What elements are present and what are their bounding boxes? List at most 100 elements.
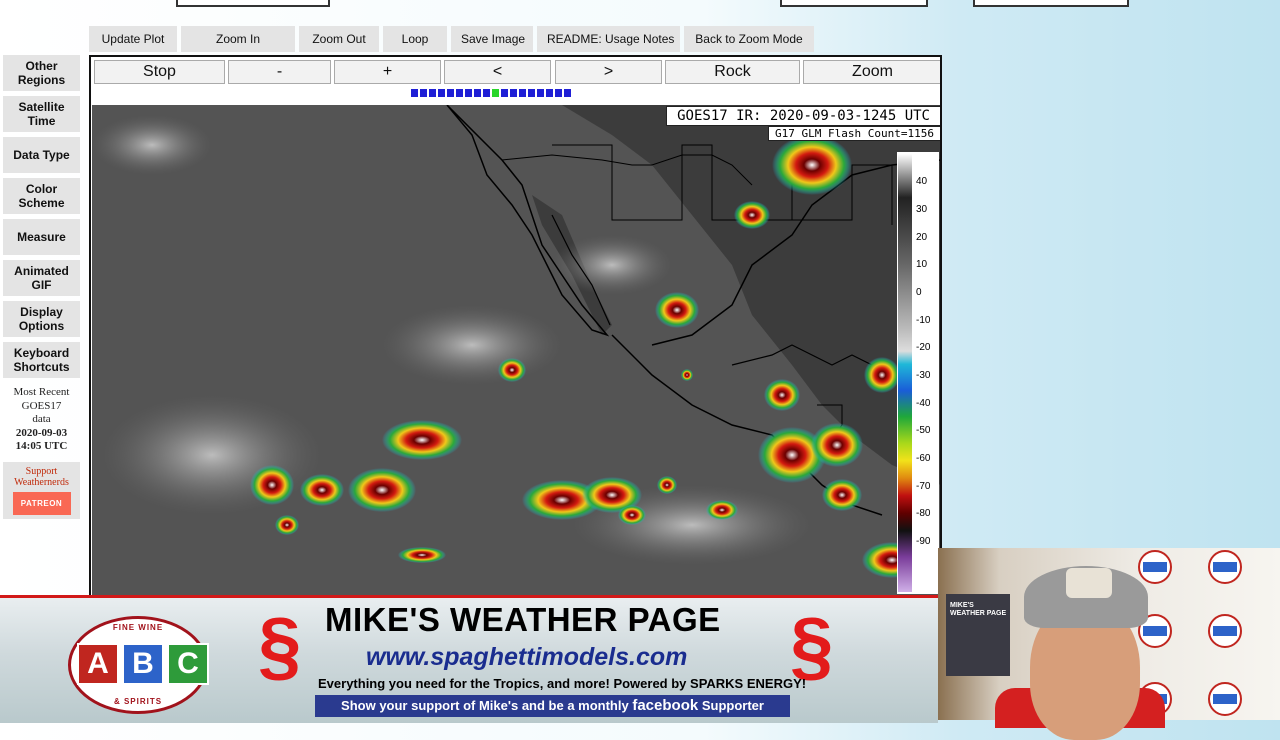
frame-dot[interactable] (492, 89, 499, 97)
abc-logo-icon (1208, 682, 1242, 716)
back-to-zoom-mode-button[interactable]: Back to Zoom Mode (684, 26, 814, 52)
hurricane-icon: § (258, 601, 302, 689)
map-title: GOES17 IR: 2020-09-03-1245 UTC (666, 106, 940, 126)
scale-tick: -30 (916, 370, 931, 381)
abc-logo-top-text: FINE WINE (112, 623, 164, 632)
abc-logo-bottom-text: & SPIRITS (113, 697, 163, 706)
animated-gif-button[interactable]: Animated GIF (3, 260, 80, 296)
banner-url: www.spaghettimodels.com (366, 643, 688, 671)
rock-button[interactable]: Rock (665, 60, 800, 84)
scale-tick: -60 (916, 453, 931, 464)
frame-dot[interactable] (420, 89, 427, 97)
scale-tick: 30 (916, 204, 928, 215)
most-recent-label: Most Recent (13, 386, 70, 398)
top-stub-left (176, 0, 330, 7)
frame-dot[interactable] (429, 89, 436, 97)
most-recent-info: Most Recent GOES17 data 2020-09-03 14:05… (3, 386, 80, 454)
hurricane-icon: § (790, 601, 834, 689)
abc-logo-icon (1138, 550, 1172, 584)
update-plot-button[interactable]: Update Plot (89, 26, 177, 52)
banner-title: MIKE'S WEATHER PAGE (325, 601, 721, 638)
wall-poster: MIKE'S WEATHER PAGE (946, 594, 1010, 676)
most-recent-time: 14:05 UTC (15, 440, 68, 452)
most-recent-satellite: GOES17 (21, 399, 62, 412)
abc-letter-b: B (122, 643, 164, 685)
frame-dot[interactable] (456, 89, 463, 97)
banner-tagline: Everything you need for the Tropics, and… (318, 676, 807, 691)
animation-controls: Stop - + < > Rock Zoom (94, 60, 940, 84)
satellite-viewer: Stop - + < > Rock Zoom GOES17 IR: 2020-0… (89, 55, 942, 600)
display-options-button[interactable]: Display Options (3, 301, 80, 337)
scale-tick: -10 (916, 315, 931, 326)
abc-letter-c: C (167, 643, 209, 685)
step-forward-button[interactable]: > (555, 60, 662, 84)
support-box: Support Weathernerds PATREON (3, 461, 80, 519)
other-regions-button[interactable]: Other Regions (3, 55, 80, 91)
frame-dot[interactable] (411, 89, 418, 97)
scale-tick: -80 (916, 508, 931, 519)
frame-dot[interactable] (528, 89, 535, 97)
frame-dot[interactable] (510, 89, 517, 97)
frame-dot[interactable] (555, 89, 562, 97)
frame-dot[interactable] (483, 89, 490, 97)
satellite-image (92, 105, 940, 598)
abc-logo-icon (1208, 550, 1242, 584)
abc-logo: FINE WINE A B C & SPIRITS (68, 616, 209, 714)
keyboard-shortcuts-button[interactable]: Keyboard Shortcuts (3, 342, 80, 378)
frame-dot[interactable] (465, 89, 472, 97)
frame-dot[interactable] (438, 89, 445, 97)
weathernerds-label: Weathernerds (14, 476, 69, 488)
step-back-button[interactable]: < (444, 60, 551, 84)
scale-tick: -50 (916, 425, 931, 436)
satellite-map[interactable]: GOES17 IR: 2020-09-03-1245 UTC G17 GLM F… (92, 105, 940, 598)
support-label: Support (25, 465, 58, 477)
scale-tick: -70 (916, 481, 931, 492)
zoom-button[interactable]: Zoom (803, 60, 940, 84)
loop-button[interactable]: Loop (383, 26, 447, 52)
scale-tick: 40 (916, 176, 928, 187)
bottom-banner: FINE WINE A B C & SPIRITS § § MIKE'S WEA… (0, 595, 938, 723)
scale-tick: 20 (916, 232, 928, 243)
most-recent-data-label: data (32, 413, 51, 425)
readme-button[interactable]: README: Usage Notes (537, 26, 680, 52)
scale-bar (898, 154, 912, 592)
patreon-button[interactable]: PATREON (12, 491, 71, 515)
data-type-button[interactable]: Data Type (3, 137, 80, 173)
abc-letter-a: A (77, 643, 119, 685)
support-text-pre: Show your support of Mike's and be a mon… (341, 698, 629, 713)
measure-button[interactable]: Measure (3, 219, 80, 255)
frame-dot[interactable] (537, 89, 544, 97)
top-toolbar: Update Plot Zoom In Zoom Out Loop Save I… (89, 26, 814, 52)
scale-tick: 10 (916, 259, 928, 270)
poster-text: MIKE'S WEATHER PAGE (950, 602, 1007, 617)
color-scheme-button[interactable]: Color Scheme (3, 178, 80, 214)
frame-dot[interactable] (447, 89, 454, 97)
frame-indicator (411, 89, 571, 97)
frame-dot[interactable] (501, 89, 508, 97)
faster-button[interactable]: + (334, 60, 441, 84)
stop-button[interactable]: Stop (94, 60, 225, 84)
abc-letters: A B C (77, 643, 209, 685)
support-text-post: Supporter (701, 698, 764, 713)
frame-dot[interactable] (519, 89, 526, 97)
scale-tick: -40 (916, 398, 931, 409)
frame-dot[interactable] (546, 89, 553, 97)
facebook-support-bar: Show your support of Mike's and be a mon… (315, 695, 790, 717)
scale-tick: -20 (916, 342, 931, 353)
flash-count: G17 GLM Flash Count=1156 (768, 126, 940, 141)
scale-tick: -90 (916, 536, 931, 547)
frame-dot[interactable] (474, 89, 481, 97)
temperature-scale: 40 30 20 10 0 -10 -20 -30 -40 -50 -60 -7… (897, 152, 939, 594)
top-stub-mid (780, 0, 928, 7)
most-recent-date: 2020-09-03 (15, 426, 68, 439)
frame-dot[interactable] (564, 89, 571, 97)
satellite-time-button[interactable]: Satellite Time (3, 96, 80, 132)
save-image-button[interactable]: Save Image (451, 26, 533, 52)
zoom-out-button[interactable]: Zoom Out (299, 26, 379, 52)
abc-logo-icon (1208, 614, 1242, 648)
facebook-wordmark: facebook (632, 697, 699, 714)
slower-button[interactable]: - (228, 60, 331, 84)
cap-patch (1066, 568, 1112, 598)
left-sidebar: Other Regions Satellite Time Data Type C… (3, 55, 80, 519)
zoom-in-button[interactable]: Zoom In (181, 26, 295, 52)
